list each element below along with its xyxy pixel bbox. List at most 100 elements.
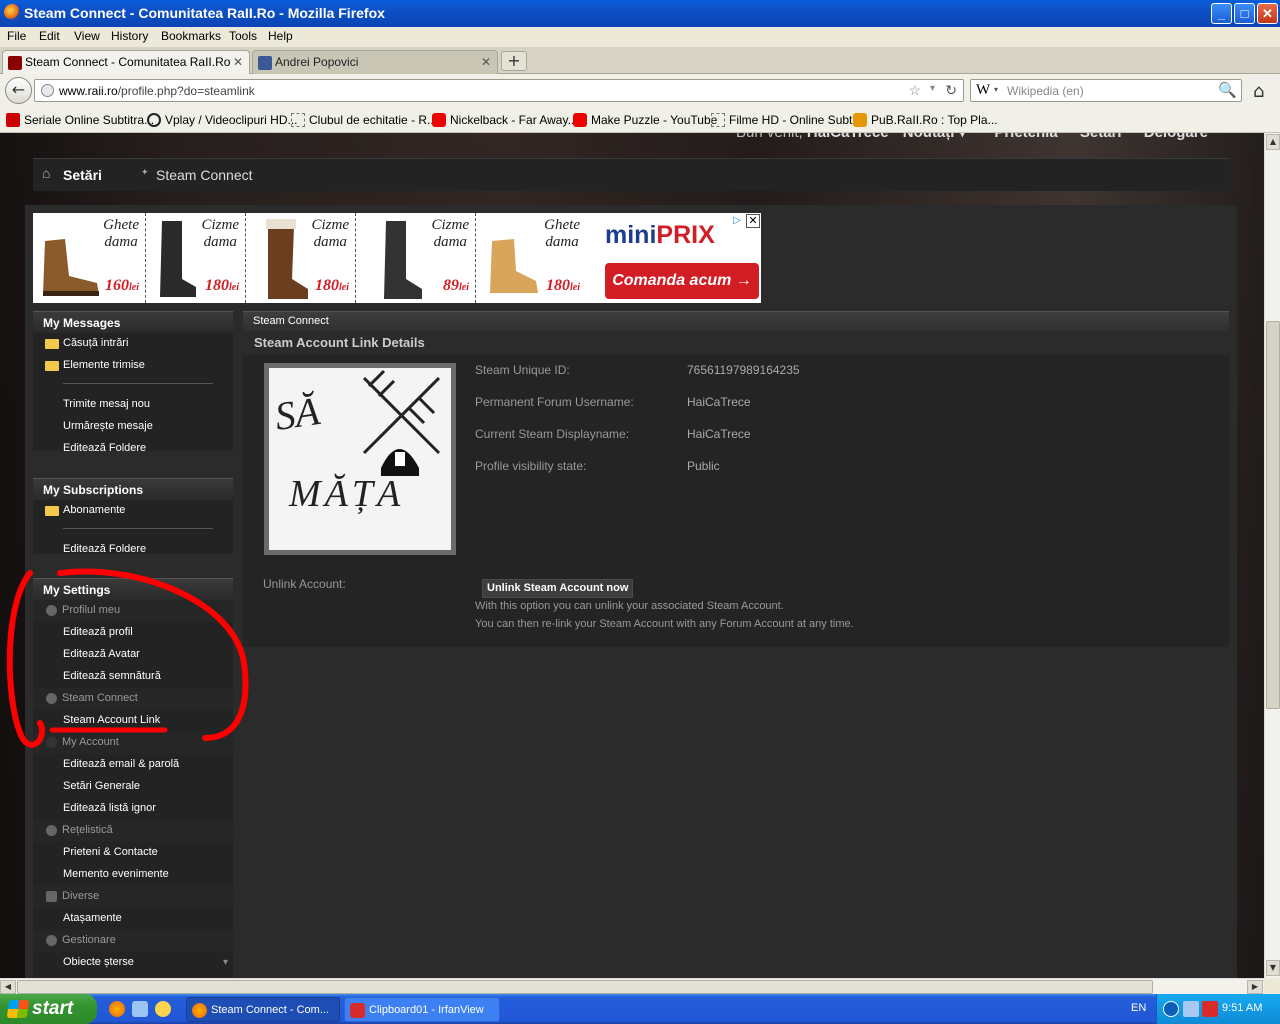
nav-friends[interactable]: Prietenia [994, 133, 1057, 141]
ad-shoe-3[interactable]: Cizme dama 180lei [246, 213, 356, 303]
menu-bookmarks[interactable]: Bookmarks [161, 29, 221, 43]
ad-shoe-5[interactable]: Ghete dama 180lei [476, 213, 586, 303]
vertical-scroll-thumb[interactable] [1266, 321, 1280, 709]
back-button[interactable]: ← [5, 77, 32, 104]
username-link[interactable]: HaiCaTrece [807, 133, 889, 141]
unlink-steam-account-button[interactable]: Unlink Steam Account now [482, 579, 634, 598]
ad-shoe-2[interactable]: Cizme dama 180lei [146, 213, 246, 303]
bookmark-item[interactable]: Filme HD - Online Subt... [711, 113, 862, 127]
show-desktop-icon[interactable] [132, 1001, 148, 1017]
ad-shoe-label: Cizme dama [431, 217, 470, 250]
miniprix-logo[interactable]: miniPRIX [605, 221, 715, 250]
sidebar-item-attachments[interactable]: Atașamente [33, 908, 233, 930]
minimize-button[interactable]: _ [1211, 3, 1232, 24]
close-window-button[interactable]: ✕ [1257, 3, 1278, 24]
panel-body: SĂ MĂȚA Steam Unique ID: 765611979891642… [243, 355, 1229, 647]
bookmark-star-icon[interactable]: ☆ [908, 82, 921, 99]
bookmark-item[interactable]: Make Puzzle - YouTube [573, 113, 717, 127]
bookmark-item[interactable]: Seriale Online Subtitra... [6, 113, 154, 127]
bookmark-item[interactable]: PuB.RaII.Ro : Top Pla... [853, 113, 998, 127]
taskbar-item-irfanview[interactable]: Clipboard01 - IrfanView [344, 997, 500, 1022]
sidebar-item-event-reminders[interactable]: Memento evenimente [33, 864, 233, 886]
sidebar-item-general-settings[interactable]: Setări Generale [33, 776, 233, 798]
bookmark-item[interactable]: Nickelback - Far Away... [432, 113, 578, 127]
field-label-steam-id: Steam Unique ID: [475, 363, 570, 377]
home-icon[interactable]: ⌂ [1253, 81, 1264, 102]
sidebar-item-edit-signature[interactable]: Editează semnătură [33, 666, 233, 688]
sidebar-item-new-message[interactable]: Trimite mesaj nou [33, 394, 233, 416]
url-dropdown-icon[interactable]: ▾ [930, 83, 935, 94]
scroll-right-arrow-icon[interactable]: ▶ [1247, 980, 1263, 994]
scroll-left-arrow-icon[interactable]: ◀ [0, 980, 16, 994]
boot-image [384, 221, 422, 299]
scroll-up-arrow-icon[interactable]: ▲ [1266, 134, 1280, 150]
tab-close-icon[interactable]: ✕ [233, 55, 243, 69]
taskbar-item-firefox[interactable]: Steam Connect - Com... [186, 997, 340, 1022]
chevron-down-icon[interactable]: ▾ [223, 957, 228, 968]
menu-view[interactable]: View [74, 29, 100, 43]
sidebar-item-edit-folders[interactable]: Editează Foldere [33, 438, 233, 460]
sidebar-my-messages: My Messages Căsuță intrări Elemente trim… [33, 311, 233, 454]
ad-shoe-1[interactable]: Ghete dama 160lei [33, 213, 146, 303]
sidebar-item-inbox[interactable]: Căsuță intrări [33, 333, 233, 355]
field-value-steam-displayname: HaiCaTrece [687, 427, 751, 441]
horizontal-scroll-thumb[interactable] [17, 980, 1153, 994]
sidebar-item-edit-email-password[interactable]: Editează email & parolă [33, 754, 233, 776]
url-bar[interactable]: www.raii.ro/profile.php?do=steamlink ☆ ▾… [34, 79, 964, 102]
ad-close-icon[interactable]: ✕ [746, 214, 760, 228]
new-tab-button[interactable]: + [501, 51, 527, 71]
sidebar-item-subscriptions[interactable]: Abonamente [33, 500, 233, 522]
sidebar-item-track-messages[interactable]: Urmărește mesaje [33, 416, 233, 438]
menu-bar: File Edit View History Bookmarks Tools H… [0, 27, 1280, 47]
ad-cta-button[interactable]: Comanda acum → [605, 263, 759, 299]
sidebar-item-ignore-list[interactable]: Editează listă ignor [33, 798, 233, 820]
sidebar-item-steam-account-link[interactable]: Steam Account Link [33, 710, 233, 732]
top-user-nav: Bun venit, HaiCaTrece Noutăți ▾ Prieteni… [736, 133, 1208, 141]
tray-expand-icon[interactable] [1163, 1001, 1179, 1017]
search-bar[interactable]: W ▾ Wikipedia (en) 🔍 [970, 79, 1242, 102]
sidebar-item-edit-avatar[interactable]: Editează Avatar [33, 644, 233, 666]
tab-close-icon[interactable]: ✕ [481, 55, 491, 69]
horizontal-scrollbar[interactable]: ◀ ▶ [0, 978, 1264, 994]
sidebar-item-friends-contacts[interactable]: Prieteni & Contacte [33, 842, 233, 864]
vertical-scrollbar[interactable]: ▲ ▼ [1264, 133, 1280, 978]
sidebar-item-edit-folders[interactable]: Editează Foldere [33, 539, 233, 561]
content-container: Ghete dama 160lei Cizme dama 180lei Cizm… [25, 205, 1237, 978]
search-icon[interactable]: 🔍 [1218, 81, 1237, 99]
breadcrumb-settings[interactable]: Setări [63, 167, 102, 183]
nav-settings[interactable]: Setări [1080, 133, 1122, 141]
tab-andrei-popovici[interactable]: Andrei Popovici ✕ [252, 50, 498, 74]
sidebar-item-deleted-items[interactable]: Obiecte șterse ▾ [33, 952, 233, 974]
wikipedia-icon[interactable]: W [976, 82, 990, 99]
menu-help[interactable]: Help [268, 29, 293, 43]
ad-banner[interactable]: Ghete dama 160lei Cizme dama 180lei Cizm… [33, 213, 761, 303]
antivirus-icon[interactable] [1202, 1001, 1218, 1017]
bookmark-item[interactable]: Vplay / Videoclipuri HD... [147, 113, 298, 127]
menu-tools[interactable]: Tools [229, 29, 257, 43]
start-button[interactable]: start [0, 994, 97, 1024]
menu-file[interactable]: File [7, 29, 26, 43]
reload-icon[interactable]: ↻ [945, 82, 957, 99]
ad-shoe-4[interactable]: Cizme dama 89lei [356, 213, 476, 303]
scroll-down-arrow-icon[interactable]: ▼ [1266, 960, 1280, 976]
ad-info-icon[interactable]: ▷ [730, 214, 744, 228]
menu-edit[interactable]: Edit [39, 29, 60, 43]
tab-steam-connect[interactable]: Steam Connect - Comunitatea RaII.Ro ✕ [2, 50, 250, 74]
nav-logout[interactable]: Delogare [1144, 133, 1208, 141]
menu-history[interactable]: History [111, 29, 148, 43]
search-engine-dropdown-icon[interactable]: ▾ [994, 85, 998, 94]
tab-label: Steam Connect - Comunitatea RaII.Ro [25, 55, 231, 69]
firefox-quicklaunch-icon[interactable] [109, 1001, 125, 1017]
field-value-forum-username: HaiCaTrece [687, 395, 751, 409]
network-icon[interactable] [1183, 1001, 1199, 1017]
sidebar-item-sent[interactable]: Elemente trimise [33, 355, 233, 377]
bookmark-item[interactable]: Clubul de echitatie - R... [291, 113, 437, 127]
panel-header: Steam Connect [243, 311, 1229, 331]
messenger-icon[interactable] [155, 1001, 171, 1017]
sidebar-item-edit-profile[interactable]: Editează profil [33, 622, 233, 644]
nav-notifications[interactable]: Noutăți ▾ [903, 133, 966, 141]
language-indicator[interactable]: EN [1131, 1002, 1146, 1014]
sidebar-category-steam-connect: Steam Connect [33, 688, 233, 710]
maximize-button[interactable]: □ [1234, 3, 1255, 24]
home-icon[interactable]: ⌂ [42, 165, 50, 181]
